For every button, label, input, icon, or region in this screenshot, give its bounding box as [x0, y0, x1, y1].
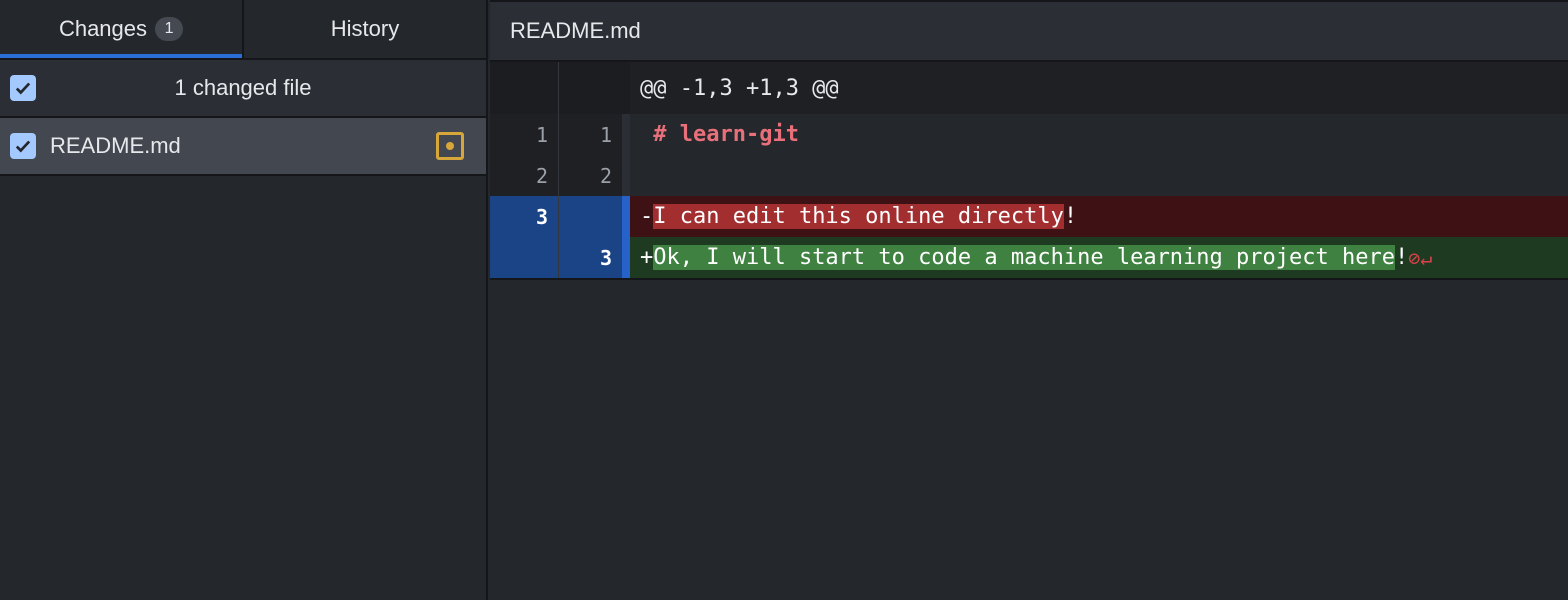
- tab-changes[interactable]: Changes 1: [0, 0, 242, 58]
- deleted-text: I can edit this online directly: [653, 204, 1064, 229]
- new-line-number[interactable]: [559, 196, 622, 237]
- checkmark-icon: [15, 82, 31, 95]
- changed-files-count: 1 changed file: [174, 75, 312, 100]
- diff-filename: README.md: [510, 18, 641, 43]
- old-line-number: 1: [490, 114, 559, 155]
- new-line-number: 1: [559, 114, 622, 155]
- diff-prefix: +: [640, 245, 654, 270]
- diff-line[interactable]: 2 2: [490, 155, 1568, 196]
- no-newline-eof-icon: ⊘↵: [1408, 245, 1433, 270]
- checkmark-icon: [15, 140, 31, 153]
- diff-prefix: -: [640, 204, 654, 229]
- line-content: # learn-git: [630, 114, 1568, 155]
- hunk-header: @@ -1,3 +1,3 @@: [490, 62, 1568, 114]
- diff-view: README.md @@ -1,3 +1,3 @@ 1 1 # learn-gi…: [490, 0, 1568, 600]
- diff-file-header: README.md: [490, 0, 1568, 62]
- file-name: README.md: [50, 133, 181, 158]
- new-line-number: 2: [559, 155, 622, 196]
- tab-history-label: History: [330, 16, 400, 41]
- tab-changes-label: Changes: [58, 16, 148, 41]
- changes-sidebar: Changes 1 History 1 changed file README.…: [0, 0, 488, 600]
- new-line-number[interactable]: 3: [559, 237, 622, 278]
- file-list-item[interactable]: README.md: [0, 118, 486, 176]
- diff-line[interactable]: 1 1 # learn-git: [490, 114, 1568, 155]
- old-line-number: 2: [490, 155, 559, 196]
- file-checkbox[interactable]: [10, 133, 36, 159]
- tab-history[interactable]: History: [242, 0, 486, 58]
- added-text: Ok, I will start to code a machine learn…: [653, 245, 1395, 270]
- line-content: [630, 155, 1568, 196]
- diff-end-divider: [490, 278, 1568, 280]
- unchanged-text: !: [1394, 245, 1409, 270]
- diff-line-added[interactable]: 3 + Ok, I will start to code a machine le…: [490, 237, 1568, 278]
- unchanged-text: !: [1063, 204, 1078, 229]
- hunk-header-text: @@ -1,3 +1,3 @@: [630, 62, 1568, 114]
- select-all-checkbox[interactable]: [10, 75, 36, 101]
- old-line-number[interactable]: 3: [490, 196, 559, 237]
- changed-files-header: 1 changed file: [0, 60, 486, 118]
- changes-count-badge: 1: [155, 17, 184, 41]
- diff-line-deleted[interactable]: 3 -I can edit this online directly!: [490, 196, 1568, 237]
- line-content: -I can edit this online directly!: [630, 196, 1568, 237]
- line-content: + Ok, I will start to code a machine lear…: [630, 237, 1568, 278]
- sidebar-tabs: Changes 1 History: [0, 0, 486, 60]
- old-line-number[interactable]: [490, 237, 559, 278]
- file-modified-icon: [436, 132, 464, 160]
